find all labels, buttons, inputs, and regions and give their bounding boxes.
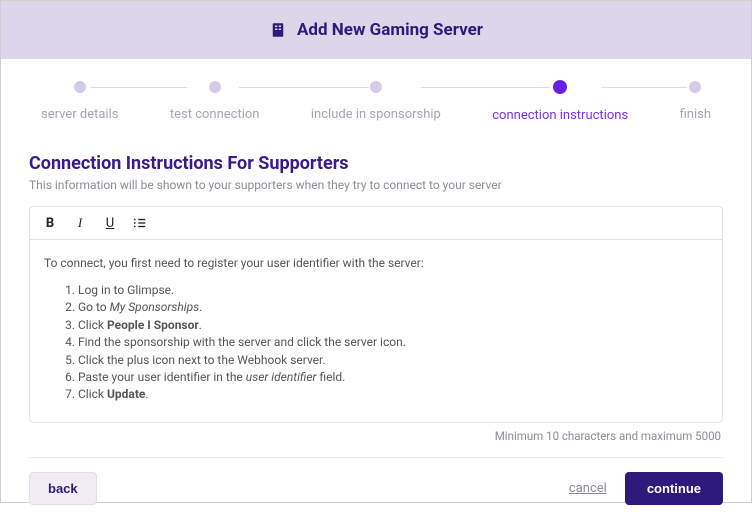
underline-button[interactable]: U (102, 215, 118, 231)
editor-step-item: Go to My Sponsorships. (78, 299, 708, 316)
step-dot (553, 80, 567, 94)
step-dot (370, 81, 382, 93)
editor-step-item: Log in to Glimpse. (78, 282, 708, 299)
step-dot (74, 81, 86, 93)
section-subtitle: This information will be shown to your s… (29, 178, 723, 192)
step-include-sponsorship[interactable]: include in sponsorship (311, 81, 441, 122)
editor-content[interactable]: To connect, you first need to register y… (30, 240, 722, 422)
character-limit-hint: Minimum 10 characters and maximum 5000 (29, 429, 723, 443)
step-label: test connection (170, 107, 260, 122)
step-test-connection[interactable]: test connection (170, 81, 260, 122)
section-title: Connection Instructions For Supporters (29, 153, 723, 174)
wizard-stepper: server details test connection include i… (1, 59, 751, 141)
step-dot (689, 81, 701, 93)
cancel-link[interactable]: cancel (569, 481, 607, 496)
step-label: server details (41, 107, 118, 122)
divider (29, 457, 723, 458)
back-button[interactable]: back (29, 472, 97, 505)
continue-button[interactable]: continue (625, 472, 723, 505)
editor-intro: To connect, you first need to register y… (44, 254, 708, 272)
modal-header: Add New Gaming Server (1, 1, 751, 59)
modal-title: Add New Gaming Server (297, 20, 483, 40)
editor-step-item: Click People I Sponsor. (78, 317, 708, 334)
list-button[interactable] (132, 215, 148, 231)
step-label: connection instructions (492, 108, 628, 123)
step-finish[interactable]: finish (680, 81, 711, 122)
italic-button[interactable]: I (72, 215, 88, 231)
step-label: finish (680, 107, 711, 122)
step-label: include in sponsorship (311, 107, 441, 122)
action-bar: back cancel continue (1, 472, 751, 525)
editor-step-item: Find the sponsorship with the server and… (78, 334, 708, 351)
step-connection-instructions[interactable]: connection instructions (492, 81, 628, 123)
editor-step-item: Paste your user identifier in the user i… (78, 369, 708, 386)
server-icon (269, 21, 287, 39)
actions-right: cancel continue (569, 472, 723, 505)
content-area: Connection Instructions For Supporters T… (1, 141, 751, 443)
bold-button[interactable]: B (42, 215, 58, 231)
editor-step-item: Click Update. (78, 386, 708, 403)
editor-toolbar: B I U (30, 207, 722, 240)
editor-step-item: Click the plus icon next to the Webhook … (78, 352, 708, 369)
editor-steps-list: Log in to Glimpse.Go to My Sponsorships.… (78, 282, 708, 404)
rich-text-editor: B I U To connect, you first need to regi… (29, 206, 723, 423)
step-server-details[interactable]: server details (41, 81, 118, 122)
step-dot (209, 81, 221, 93)
